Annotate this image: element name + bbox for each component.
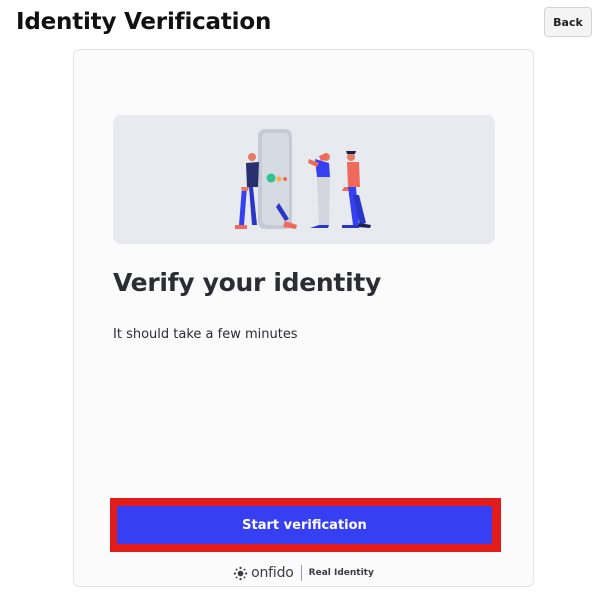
- onfido-logo-icon: [233, 566, 248, 580]
- brand-tagline: Real Identity: [308, 568, 374, 578]
- footer: onfido Real Identity: [74, 564, 533, 582]
- footer-divider: [300, 565, 302, 581]
- card-subtitle: It should take a few minutes: [113, 327, 298, 342]
- illustration-panel: [113, 115, 495, 244]
- back-button[interactable]: Back: [544, 7, 592, 37]
- people-with-phone-illustration-icon: [235, 129, 371, 229]
- card-heading: Verify your identity: [113, 268, 381, 297]
- verification-card: Verify your identity It should take a fe…: [73, 49, 534, 587]
- brand-name: onfido: [251, 565, 294, 581]
- brand: onfido: [233, 565, 294, 581]
- page: Identity Verification Back Verify your i…: [0, 0, 596, 596]
- page-title: Identity Verification: [16, 9, 272, 35]
- start-verification-button[interactable]: Start verification: [117, 506, 492, 544]
